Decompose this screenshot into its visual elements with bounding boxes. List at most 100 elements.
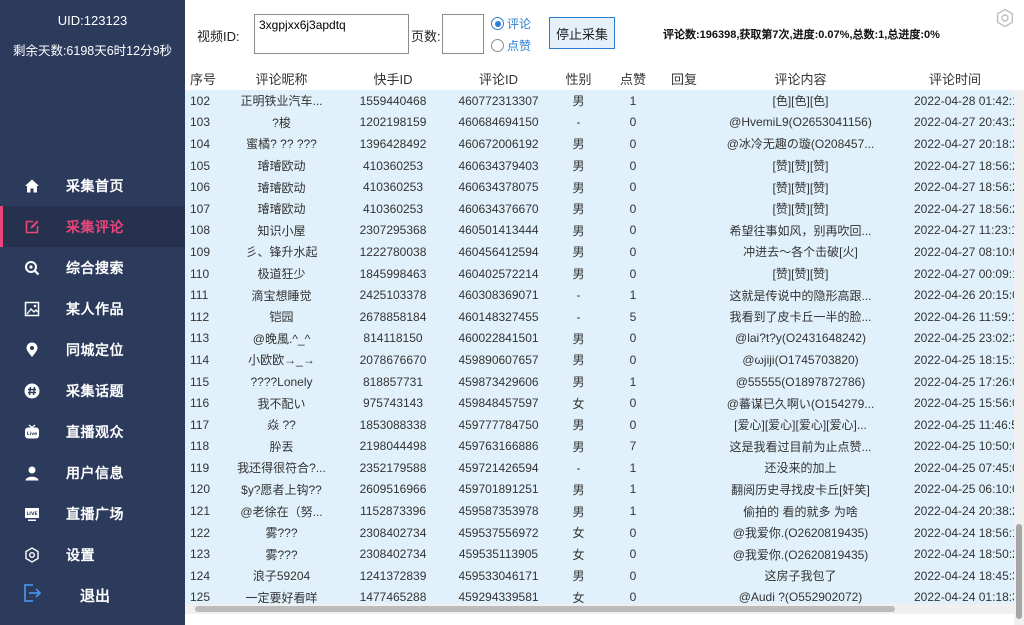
cell-time: 2022-04-24 18:45:30 (914, 568, 1024, 583)
table-row[interactable]: 109 彡、锋升水起 1222780038 460456412594 男 0 冲进去～各个击… (185, 241, 1024, 263)
table-row[interactable]: 118 肸丟 2198044498 459763166886 男 7 这是我看过目前为止点赞… (185, 436, 1024, 458)
table-row[interactable]: 107 璿璿欧动 410360253 460634376670 男 0 [赞][赞][赞] 2… (185, 198, 1024, 220)
cell-nickname: 我还得很符合?... (237, 461, 326, 476)
table-body[interactable]: 102 正明铁业汽车... 1559440468 460772313307 男 1 [色][… (185, 90, 1024, 609)
cell-content: 这是我看过目前为止点赞... (729, 439, 872, 454)
location-icon (24, 342, 40, 358)
video-id-input[interactable] (254, 14, 409, 54)
cell-content: @冰冷无趣の璇(O208457... (726, 137, 875, 152)
radio-like[interactable]: 点赞 (491, 37, 531, 54)
cell-content: @lai?t?y(O2431648242) (735, 331, 866, 346)
cell-gender: 男 (572, 375, 585, 390)
sidebar-item-5[interactable]: 同城定位 (0, 329, 185, 370)
cell-content: 偷拍的 看的就多 为啥 (743, 504, 858, 519)
table-row[interactable]: 120 $y?愿者上钩?? 2609516966 459701891251 男 1 翻阅历史… (185, 479, 1024, 501)
vertical-scrollbar[interactable] (1014, 90, 1024, 625)
column-header-seq[interactable]: 序号 (185, 69, 219, 88)
cell-time: 2022-04-27 11:23:11 (914, 223, 1024, 238)
cell-seq: 105 (190, 158, 211, 173)
cell-seq: 125 (190, 590, 211, 605)
horizontal-scroll-thumb[interactable] (195, 606, 895, 612)
cell-content: @HvemiL9(O2653041156) (729, 115, 872, 130)
table-row[interactable]: 106 璿璿欧动 410360253 460634378075 男 0 [赞][赞][赞] 2… (185, 176, 1024, 198)
cell-comment-id: 460402572214 (458, 266, 539, 281)
settings-gear-icon[interactable] (995, 8, 1015, 28)
cell-content: @我爱你.(O2620819435) (732, 547, 869, 562)
sidebar-item-3[interactable]: 综合搜索 (0, 247, 185, 288)
column-header-gender[interactable]: 性别 (555, 69, 602, 88)
column-header-nickname[interactable]: 评论昵称 (219, 69, 344, 88)
table-row[interactable]: 104 蜜橘? ?? ??? 1396428492 460672006192 男 0 @冰冷… (185, 133, 1024, 155)
column-header-kuaishou-id[interactable]: 快手ID (344, 69, 442, 88)
cell-kuaishou-id: 2609516966 (359, 482, 427, 497)
cell-time: 2022-04-26 20:15:04 (914, 288, 1024, 303)
table-row[interactable]: 108 知识小屋 2307295368 460501413444 男 0 希望往事如风，别再… (185, 220, 1024, 242)
vertical-scroll-thumb[interactable] (1016, 524, 1022, 619)
cell-gender: 女 (572, 396, 585, 411)
cell-kuaishou-id: 1202198159 (359, 115, 427, 130)
sidebar-item-6[interactable]: 采集话题 (0, 370, 185, 411)
sidebar-item-4[interactable]: 某人作品 (0, 288, 185, 329)
progress-status: 评论数:196398,获取第7次,进度:0.07%,总数:1,总进度:0% (663, 29, 940, 41)
sidebar-item-1[interactable]: 采集首页 (0, 165, 185, 206)
table-row[interactable]: 122 雾??? 2308402734 459537556972 女 0 @我爱你.(O26… (185, 522, 1024, 544)
sidebar-item-10[interactable]: 设置 (0, 534, 185, 575)
column-header-time[interactable]: 评论时间 (897, 69, 1024, 88)
table-row[interactable]: 102 正明铁业汽车... 1559440468 460772313307 男 1 [色][… (185, 90, 1024, 112)
sidebar-item-2[interactable]: 采集评论 (0, 206, 185, 247)
cell-likes: 0 (629, 223, 637, 238)
column-header-comment-id[interactable]: 评论ID (442, 69, 555, 88)
cell-nickname: 璿璿欧动 (257, 202, 306, 217)
table-row[interactable]: 103 ?梭 1202198159 460684694150 - 0 @HvemiL9(O2… (185, 112, 1024, 134)
cell-comment-id: 459537556972 (458, 525, 539, 540)
cell-time: 2022-04-25 06:10:07 (914, 482, 1024, 497)
sidebar-item-7[interactable]: Live 直播观众 (0, 411, 185, 452)
sidebar-item-8[interactable]: 用户信息 (0, 452, 185, 493)
cell-kuaishou-id: 818857731 (362, 374, 424, 389)
cell-time: 2022-04-24 20:38:26 (914, 504, 1024, 519)
cell-seq: 104 (190, 136, 211, 151)
table-row[interactable]: 113 @晚風.^_^ 814118150 460022841501 男 0 @lai?t?… (185, 328, 1024, 350)
cell-kuaishou-id: 1477465288 (359, 590, 427, 605)
logout-button[interactable]: 退出 (0, 580, 185, 610)
cell-nickname: 璿璿欧动 (257, 159, 306, 174)
radio-comment[interactable]: 评论 (491, 15, 531, 32)
table-row[interactable]: 116 我不配い 975743143 459848457597 女 0 @蕃谋已久啊い(O1… (185, 392, 1024, 414)
cell-comment-id: 459873429606 (458, 374, 539, 389)
cell-time: 2022-04-25 18:15:19 (914, 352, 1024, 367)
table-row[interactable]: 115 ????Lonely 818857731 459873429606 男 1 @555… (185, 371, 1024, 393)
cell-time: 2022-04-24 18:50:26 (914, 547, 1024, 562)
radio-dot (491, 17, 504, 30)
svg-text:Live: Live (27, 431, 37, 437)
cell-content: @蕃谋已久啊い(O154279... (726, 396, 875, 411)
column-header-likes[interactable]: 点赞 (602, 69, 664, 88)
column-header-reply[interactable]: 回复 (664, 69, 704, 88)
cell-comment-id: 459848457597 (458, 396, 539, 411)
table-row[interactable]: 114 小欧欧→_→ 2078676670 459890607657 男 0 @ωjiji(… (185, 349, 1024, 371)
cell-content: [赞][赞][赞] (772, 202, 829, 217)
cell-content: [色][色][色] (772, 94, 829, 109)
cell-content: 冲进去～各个击破[火] (743, 245, 858, 260)
page-count-input[interactable] (442, 14, 484, 54)
horizontal-scrollbar[interactable] (185, 604, 1014, 614)
table-row[interactable]: 119 我还得很符合?... 2352179588 459721426594 - 1 还没来… (185, 457, 1024, 479)
table-row[interactable]: 112 铠园 2678858184 460148327455 - 5 我看到了皮卡丘一半的脸… (185, 306, 1024, 328)
table-row[interactable]: 123 雾??? 2308402734 459535113905 女 0 @我爱你.(O26… (185, 543, 1024, 565)
stop-collect-button[interactable]: 停止采集 (549, 17, 615, 49)
table-row[interactable]: 117 焱 ?? 1853088338 459777784750 男 0 [爱心][爱心][… (185, 414, 1024, 436)
sidebar-item-9[interactable]: LIVE 直播广场 (0, 493, 185, 534)
table-row[interactable]: 105 璿璿欧动 410360253 460634379403 男 0 [赞][赞][赞] 2… (185, 155, 1024, 177)
table-row[interactable]: 121 @老徐在（努... 1152873396 459587353978 男 1 偷拍的 … (185, 500, 1024, 522)
cell-kuaishou-id: 975743143 (362, 396, 424, 411)
cell-comment-id: 460456412594 (458, 244, 539, 259)
table-row[interactable]: 124 浪子59204 1241372839 459533046171 男 0 这房子我包了… (185, 565, 1024, 587)
column-header-content[interactable]: 评论内容 (704, 69, 897, 88)
table-row[interactable]: 110 极道狂少 1845998463 460402572214 男 0 [赞][赞][赞]… (185, 263, 1024, 285)
cell-time: 2022-04-27 18:56:28 (914, 180, 1024, 195)
cell-likes: 0 (629, 352, 637, 367)
cell-kuaishou-id: 2352179588 (359, 460, 427, 475)
table-row[interactable]: 111 滴宝想睡觉 2425103378 460308369071 - 1 这就是传说中的隐… (185, 284, 1024, 306)
cell-seq: 110 (190, 266, 210, 281)
cell-likes: 1 (629, 460, 637, 475)
cell-kuaishou-id: 1559440468 (359, 93, 427, 108)
